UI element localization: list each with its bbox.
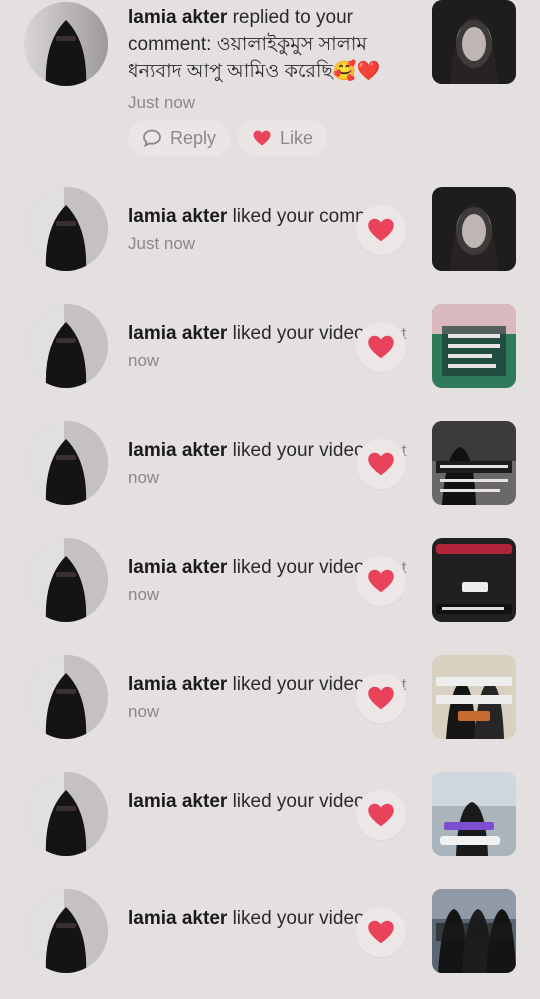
avatar[interactable] [24, 538, 108, 622]
user-name[interactable]: lamia akter [128, 674, 227, 695]
heart-icon [253, 130, 271, 146]
notification-item[interactable]: lamia akter liked your video. Just now [0, 304, 540, 414]
thumbnail-image [432, 187, 516, 271]
thumbnail-image [432, 0, 516, 84]
thumbnail-image [432, 421, 516, 505]
thumbnail-image [432, 304, 516, 388]
avatar-image [24, 421, 108, 505]
heart-icon [368, 569, 394, 593]
avatar[interactable] [24, 889, 108, 973]
video-thumbnail[interactable] [432, 187, 516, 271]
avatar-image [24, 187, 108, 271]
liked-heart-button[interactable] [356, 205, 406, 255]
notification-action: liked your video. [227, 674, 370, 695]
video-thumbnail[interactable] [432, 772, 516, 856]
heart-icon [368, 218, 394, 242]
video-thumbnail[interactable] [432, 538, 516, 622]
heart-icon [368, 335, 394, 359]
timestamp: Just now [128, 93, 196, 112]
notification-item[interactable]: lamia akter liked your video. 1m [0, 772, 540, 882]
avatar-image [24, 655, 108, 739]
video-thumbnail[interactable] [432, 421, 516, 505]
timestamp: Just now [128, 234, 196, 253]
avatar-image [24, 538, 108, 622]
user-name[interactable]: lamia akter [128, 557, 227, 578]
heart-icon [368, 803, 394, 827]
reply-label: Reply [170, 127, 217, 148]
notification-item[interactable]: lamia akter liked your video. Just now [0, 655, 540, 765]
user-name[interactable]: lamia akter [128, 908, 227, 929]
user-name[interactable]: lamia akter [128, 206, 227, 227]
liked-heart-button[interactable] [356, 907, 406, 957]
notification-item[interactable]: lamia akter liked your video. 1m [0, 889, 540, 999]
like-button[interactable]: Like [238, 120, 328, 156]
liked-heart-button[interactable] [356, 790, 406, 840]
speech-bubble-icon [143, 129, 161, 148]
thumbnail-image [432, 889, 516, 973]
video-thumbnail[interactable] [432, 655, 516, 739]
heart-icon [368, 452, 394, 476]
avatar[interactable] [24, 421, 108, 505]
notification-item[interactable]: lamia akter liked your video. Just now [0, 538, 540, 648]
heart-icon [368, 920, 394, 944]
avatar[interactable] [24, 655, 108, 739]
liked-heart-button[interactable] [356, 556, 406, 606]
notification-action: liked your video. [227, 440, 370, 461]
notification-item[interactable]: lamia akter liked your comment. Just now [0, 187, 540, 297]
user-name[interactable]: lamia akter [128, 7, 227, 28]
video-thumbnail[interactable] [432, 0, 516, 84]
avatar[interactable] [24, 772, 108, 856]
avatar-image [24, 304, 108, 388]
avatar-image [24, 2, 108, 86]
liked-heart-button[interactable] [356, 673, 406, 723]
user-name[interactable]: lamia akter [128, 440, 227, 461]
notification-action: liked your video. [227, 323, 370, 344]
liked-heart-button[interactable] [356, 439, 406, 489]
thumbnail-image [432, 655, 516, 739]
thumbnail-image [432, 772, 516, 856]
avatar[interactable] [24, 2, 108, 86]
notification-action: liked your video. [227, 557, 370, 578]
heart-icon [368, 686, 394, 710]
notification-text: lamia akter replied to your comment: ওয়… [128, 4, 414, 116]
user-name[interactable]: lamia akter [128, 323, 227, 344]
thumbnail-image [432, 538, 516, 622]
notification-item[interactable]: lamia akter liked your video. Just now [0, 421, 540, 531]
notification-action: liked your video. [227, 791, 370, 812]
like-label: Like [280, 127, 314, 148]
reply-button[interactable]: Reply [128, 120, 231, 156]
liked-heart-button[interactable] [356, 322, 406, 372]
video-thumbnail[interactable] [432, 304, 516, 388]
avatar[interactable] [24, 187, 108, 271]
notification-reply[interactable]: lamia akter replied to your comment: ওয়… [0, 0, 540, 170]
user-name[interactable]: lamia akter [128, 791, 227, 812]
notification-action: liked your video. [227, 908, 370, 929]
video-thumbnail[interactable] [432, 889, 516, 973]
avatar[interactable] [24, 304, 108, 388]
avatar-image [24, 889, 108, 973]
avatar-image [24, 772, 108, 856]
